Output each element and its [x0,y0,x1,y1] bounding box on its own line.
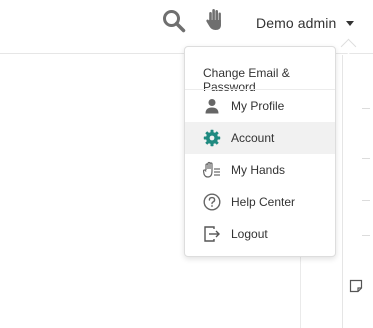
chevron-down-icon [346,20,355,26]
right-panel-divider [342,55,343,328]
menu-item-label: Help Center [231,195,296,209]
help-circle-icon [203,193,221,211]
side-marker [362,158,370,159]
gear-icon [203,129,221,147]
menu-item-account[interactable]: Account [185,122,335,154]
menu-item-label: My Hands [231,163,286,177]
side-marker [362,200,370,201]
menu-item-my-hands[interactable]: My Hands [185,154,335,186]
search-icon[interactable] [162,9,186,33]
menu-item-my-profile[interactable]: My Profile [185,90,335,122]
person-icon [203,97,221,115]
user-dropdown-menu: Change Email & Password My Profile Accou… [184,46,336,257]
menu-item-logout[interactable]: Logout [185,218,335,250]
menu-item-label: Logout [231,227,268,241]
hand-icon[interactable] [206,8,224,32]
menu-item-help-center[interactable]: Help Center [185,186,335,218]
menu-item-label: My Profile [231,99,285,113]
user-menu-toggle[interactable]: Demo admin [256,12,355,34]
logout-icon [203,225,221,243]
hand-list-icon [203,161,221,179]
user-name: Demo admin [256,15,337,31]
menu-item-label: Account [231,131,275,145]
note-icon[interactable] [349,279,363,293]
side-marker [362,108,370,109]
side-marker [362,235,370,236]
